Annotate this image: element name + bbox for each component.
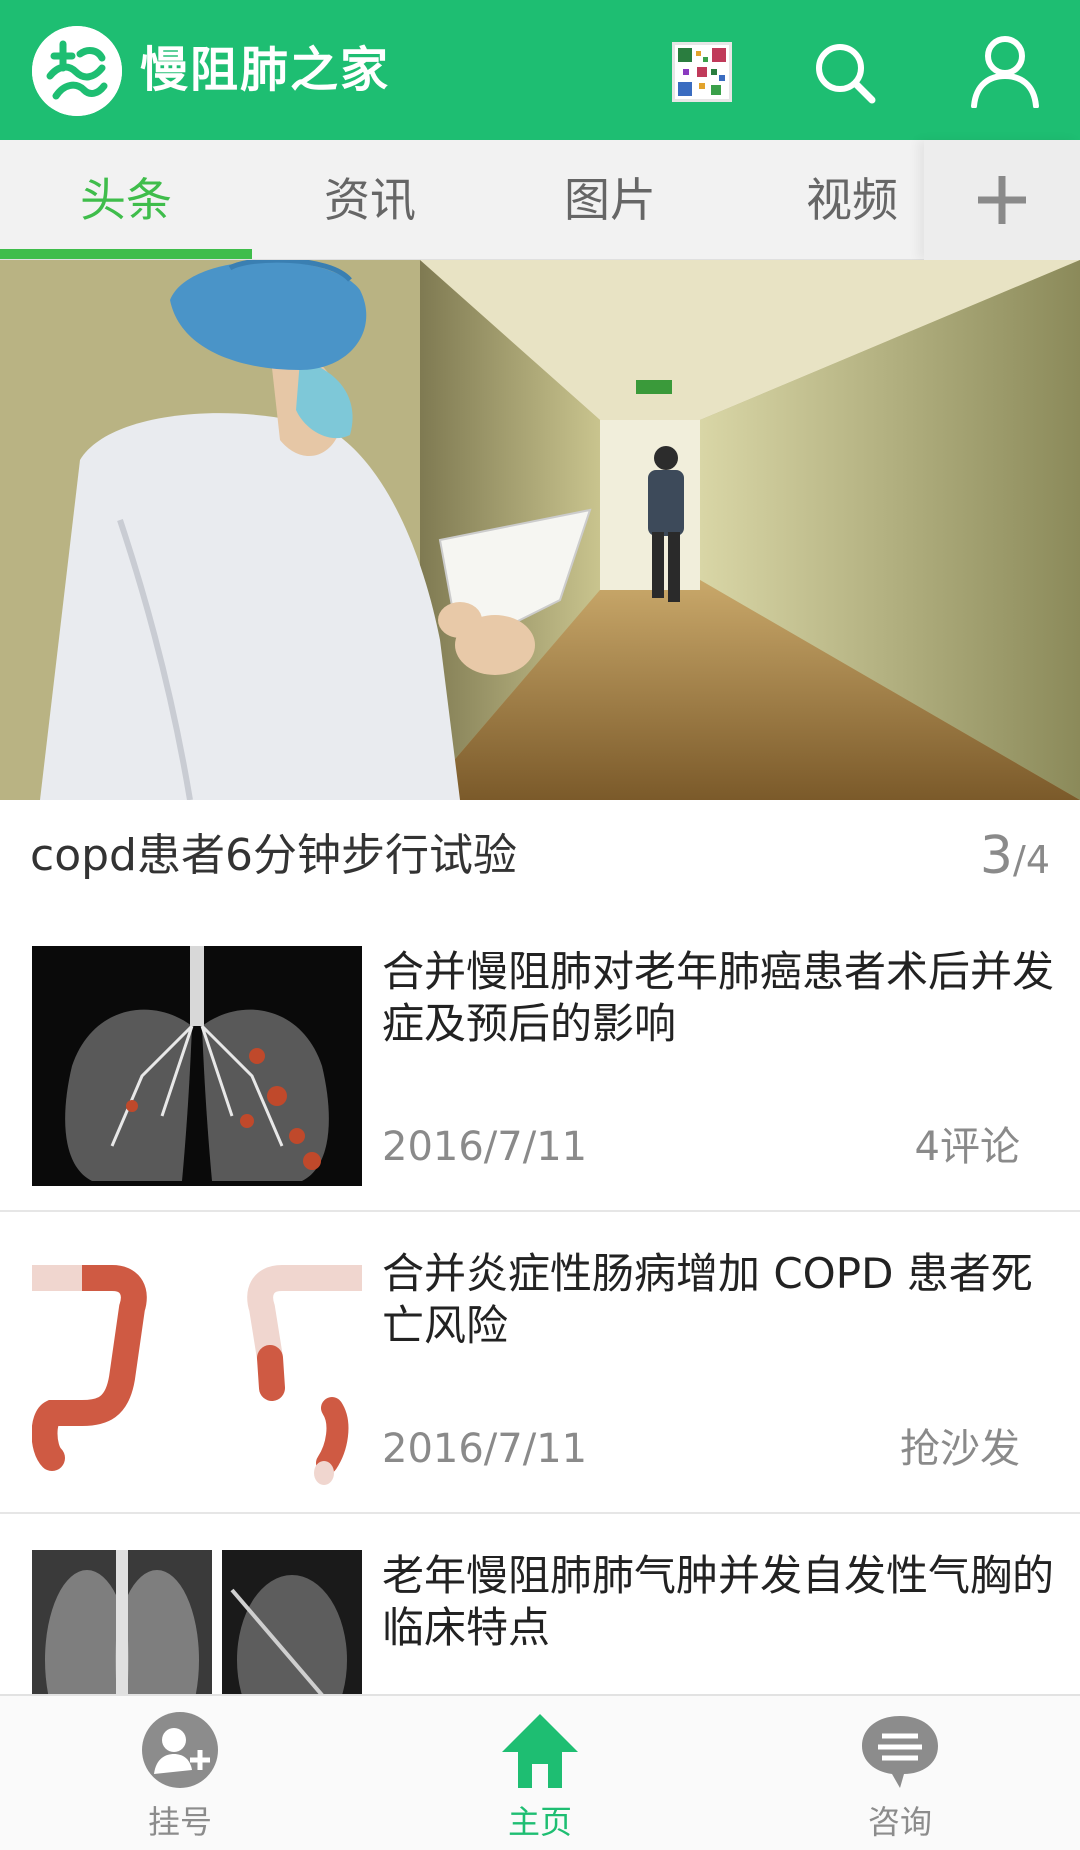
bottom-navigation: 挂号 主页 咨询 [0, 1694, 1080, 1850]
nav-consult[interactable]: 咨询 [720, 1696, 1080, 1850]
news-comments[interactable]: 抢沙发 [900, 1424, 1020, 1474]
add-tab-button[interactable] [924, 140, 1080, 260]
lung-xray-thumbnail [32, 946, 362, 1186]
news-date: 2016/7/11 [382, 1426, 588, 1472]
active-tab-indicator [0, 249, 252, 259]
colon-illustration-thumbnail [32, 1248, 362, 1488]
app-header: 慢阻肺之家 [0, 0, 1080, 140]
pager-total: 4 [1025, 838, 1050, 882]
nav-register-label: 挂号 [147, 1803, 212, 1841]
nav-register[interactable]: 挂号 [0, 1696, 360, 1850]
tab-pictures[interactable]: 图片 [490, 140, 730, 260]
news-date: 2016/7/11 [382, 1124, 588, 1170]
nav-home[interactable]: 主页 [360, 1696, 720, 1850]
tab-headlines[interactable]: 头条 [6, 140, 246, 260]
plus-icon [978, 176, 1026, 224]
hero-pager: 3/4 [980, 820, 1050, 904]
hero-caption[interactable]: copd患者6分钟步行试验 [30, 820, 517, 892]
home-icon [502, 1714, 578, 1788]
tab-news[interactable]: 资讯 [250, 140, 490, 260]
pager-separator: / [1013, 838, 1026, 882]
hero-banner-image[interactable] [0, 260, 1080, 800]
user-icon[interactable] [968, 34, 1042, 109]
nav-home-label: 主页 [507, 1803, 572, 1841]
add-user-icon [142, 1712, 218, 1788]
category-tabs: 头条 资讯 图片 视频 [0, 140, 1080, 260]
news-list-item[interactable]: 合并炎症性肠病增加 COPD 患者死亡风险 2016/7/11 抢沙发 [0, 1212, 1080, 1514]
pager-current: 3 [979, 826, 1013, 886]
news-list-item[interactable]: 合并慢阻肺对老年肺癌患者术后并发症及预后的影响 2016/7/11 4评论 [0, 910, 1080, 1212]
app-title: 慢阻肺之家 [140, 42, 391, 98]
search-icon[interactable] [812, 40, 878, 106]
app-logo-icon[interactable] [32, 26, 122, 116]
chat-icon [862, 1716, 938, 1788]
news-comments[interactable]: 4评论 [915, 1122, 1020, 1172]
news-title[interactable]: 老年慢阻肺肺气肿并发自发性气胸的临床特点 [382, 1550, 1058, 1654]
news-title[interactable]: 合并炎症性肠病增加 COPD 患者死亡风险 [382, 1248, 1058, 1352]
news-title[interactable]: 合并慢阻肺对老年肺癌患者术后并发症及预后的影响 [382, 946, 1058, 1050]
nav-consult-label: 咨询 [867, 1803, 932, 1841]
qr-code-icon[interactable] [672, 42, 732, 102]
